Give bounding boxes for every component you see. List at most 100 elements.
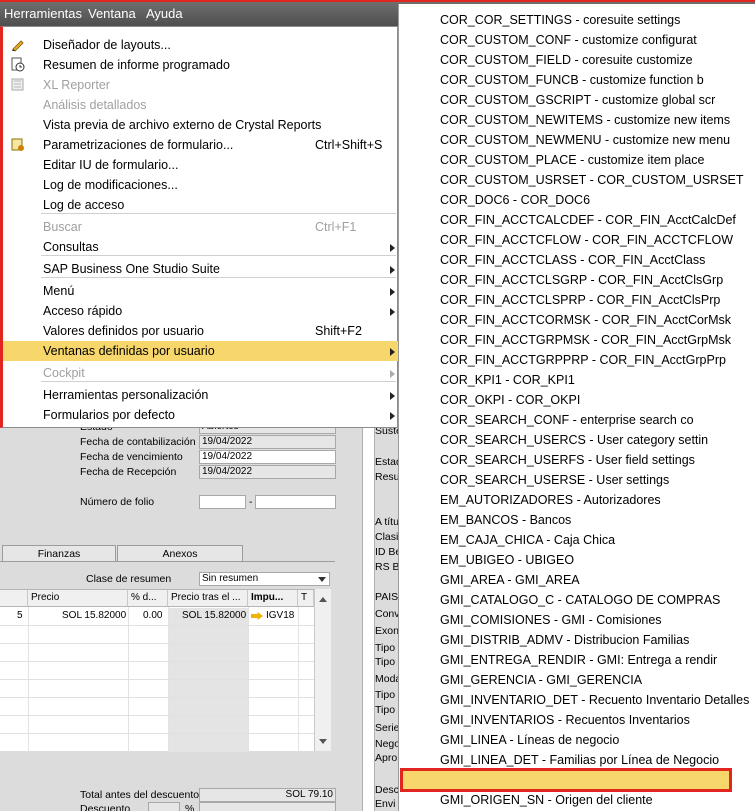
submenu-item[interactable]: COR_CUSTOM_PLACE - customize item place bbox=[440, 153, 704, 167]
chevron-right-icon bbox=[390, 412, 395, 420]
right-panel-label: Apro bbox=[375, 752, 398, 764]
menu-herramientas[interactable]: Herramientas bbox=[4, 6, 82, 21]
submenu-item[interactable]: COR_COR_SETTINGS - coresuite settings bbox=[440, 13, 680, 27]
submenu-item[interactable]: COR_CUSTOM_GSCRIPT - customize global sc… bbox=[440, 93, 715, 107]
submenu-highlight-box bbox=[400, 768, 732, 792]
link-arrow-icon[interactable] bbox=[251, 612, 263, 620]
folio-number-field[interactable] bbox=[255, 495, 336, 509]
items-grid: Precio % d... Precio tras el ... Impu...… bbox=[0, 589, 314, 752]
submenu-item[interactable]: GMI_GERENCIA - GMI_GERENCIA bbox=[440, 673, 642, 687]
submenu-item[interactable]: EM_CAJA_CHICA - Caja Chica bbox=[440, 533, 615, 547]
menu-ventana[interactable]: Ventana bbox=[88, 6, 136, 21]
submenu-item[interactable]: COR_CUSTOM_USRSET - COR_CUSTOM_USRSET bbox=[440, 173, 744, 187]
submenu-item[interactable]: GMI_LINEA_DET - Familias por Línea de Ne… bbox=[440, 753, 719, 767]
submenu-item[interactable]: COR_FIN_ACCTCFLOW - COR_FIN_ACCTCFLOW bbox=[440, 233, 733, 247]
submenu-item[interactable]: COR_FIN_ACCTCORMSK - COR_FIN_AcctCorMsk bbox=[440, 313, 731, 327]
menu-item-15[interactable]: Ventanas definidas por usuario bbox=[3, 341, 398, 361]
menu-item-1[interactable]: Resumen de informe programado bbox=[3, 55, 398, 75]
menu-item-label: Menú bbox=[43, 284, 75, 298]
submenu-item[interactable]: COR_FIN_ACCTCALCDEF - COR_FIN_AcctCalcDe… bbox=[440, 213, 736, 227]
menu-item-shortcut: Ctrl+Shift+S bbox=[315, 138, 383, 152]
submenu-item[interactable]: GMI_ENTREGA_RENDIR - GMI: Entrega a rend… bbox=[440, 653, 717, 667]
chevron-down-icon bbox=[318, 577, 326, 582]
submenu-item[interactable]: COR_FIN_ACCTCLSGRP - COR_FIN_AcctClsGrp bbox=[440, 273, 723, 287]
menu-item-7[interactable]: Log de modificaciones... bbox=[3, 175, 398, 195]
menu-item-3: Análisis detallados bbox=[3, 95, 398, 115]
submenu-item[interactable]: GMI_CATALOGO_C - CATALOGO DE COMPRAS bbox=[440, 593, 720, 607]
discount-field[interactable] bbox=[148, 802, 180, 811]
menu-item-12[interactable]: Menú bbox=[3, 281, 398, 301]
menu-item-4[interactable]: Vista previa de archivo externo de Cryst… bbox=[3, 115, 398, 135]
menu-item-label: Ventanas definidas por usuario bbox=[43, 344, 215, 358]
submenu-item[interactable]: COR_CUSTOM_FUNCB - customize function b bbox=[440, 73, 704, 87]
right-panel-label: Serie bbox=[375, 722, 399, 734]
submenu-item[interactable]: GMI_COMISIONES - GMI - Comisiones bbox=[440, 613, 662, 627]
submenu-item[interactable]: COR_SEARCH_USERSE - User settings bbox=[440, 473, 669, 487]
submenu-item[interactable]: EM_AUTORIZADORES - Autorizadores bbox=[440, 493, 661, 507]
submenu-item[interactable]: COR_SEARCH_USERFS - User field settings bbox=[440, 453, 695, 467]
menu-item-10[interactable]: Consultas bbox=[3, 237, 398, 257]
submenu-item[interactable]: COR_FIN_ACCTGRPPRP - COR_FIN_AcctGrpPrp bbox=[440, 353, 726, 367]
submenu-item[interactable]: COR_FIN_ACCTCLSPRP - COR_FIN_AcctClsPrp bbox=[440, 293, 720, 307]
right-panel-label: Estad bbox=[375, 456, 399, 468]
submenu-item[interactable]: GMI_INVENTARIOS - Recuentos Inventarios bbox=[440, 713, 690, 727]
due-date-field[interactable]: 19/04/2022 bbox=[199, 450, 336, 464]
grid-header-price-after[interactable]: Precio tras el ... bbox=[168, 590, 248, 607]
right-panel-label: Tipo bbox=[375, 704, 396, 716]
submenu-item[interactable]: COR_CUSTOM_NEWITEMS - customize new item… bbox=[440, 113, 730, 127]
submenu-item[interactable]: GMI_ORIGEN_SN - Origen del cliente bbox=[440, 793, 653, 807]
menu-item-label: Acceso rápido bbox=[43, 304, 123, 318]
menu-item-6[interactable]: Editar IU de formulario... bbox=[3, 155, 398, 175]
menu-item-14[interactable]: Valores definidos por usuario Shift+F2 bbox=[3, 321, 398, 341]
right-panel-label: RS Be bbox=[375, 561, 399, 573]
form-settings-icon bbox=[10, 137, 25, 152]
summary-select[interactable]: Sin resumen bbox=[199, 572, 330, 586]
submenu-item[interactable]: COR_OKPI - COR_OKPI bbox=[440, 393, 580, 407]
submenu-item[interactable]: COR_CUSTOM_CONF - customize configurat bbox=[440, 33, 697, 47]
grid-header-t[interactable]: T bbox=[298, 590, 314, 607]
menu-item-label: Vista previa de archivo externo de Cryst… bbox=[43, 118, 322, 132]
folio-prefix-field[interactable] bbox=[199, 495, 246, 509]
submenu-item[interactable]: COR_CUSTOM_FIELD - coresuite customize bbox=[440, 53, 693, 67]
menu-item-17[interactable]: Herramientas personalización bbox=[3, 385, 398, 405]
submenu-item[interactable]: COR_CUSTOM_NEWMENU - customize new menu bbox=[440, 133, 730, 147]
posting-date-field[interactable]: 19/04/2022 bbox=[199, 435, 336, 449]
menu-item-0[interactable]: Diseñador de layouts... bbox=[3, 35, 398, 55]
right-panel-label: Nego bbox=[375, 738, 399, 750]
submenu-item[interactable]: COR_SEARCH_USERCS - User category settin bbox=[440, 433, 708, 447]
tab-finanzas[interactable]: Finanzas bbox=[2, 545, 116, 562]
chevron-right-icon bbox=[390, 266, 395, 274]
summary-select-value: Sin resumen bbox=[202, 573, 259, 584]
menu-item-13[interactable]: Acceso rápido bbox=[3, 301, 398, 321]
row-discount: 0.00 bbox=[143, 610, 163, 621]
menu-ayuda[interactable]: Ayuda bbox=[146, 6, 183, 21]
menu-item-8[interactable]: Log de acceso bbox=[3, 195, 398, 215]
grid-header-price[interactable]: Precio bbox=[28, 590, 128, 607]
submenu-item[interactable]: GMI_LINEA - Líneas de negocio bbox=[440, 733, 619, 747]
scroll-down-icon[interactable] bbox=[319, 739, 327, 744]
submenu-item[interactable]: COR_SEARCH_CONF - enterprise search co bbox=[440, 413, 694, 427]
grid-row-line bbox=[0, 679, 314, 680]
grid-header-discount[interactable]: % d... bbox=[128, 590, 168, 607]
menu-item-11[interactable]: SAP Business One Studio Suite bbox=[3, 259, 398, 279]
submenu-item[interactable]: EM_BANCOS - Bancos bbox=[440, 513, 571, 527]
submenu-item[interactable]: GMI_INVENTARIO_DET - Recuento Inventario… bbox=[440, 693, 749, 707]
right-panel-label: Conv bbox=[375, 608, 399, 620]
submenu-item[interactable]: COR_FIN_ACCTGRPMSK - COR_FIN_AcctGrpMsk bbox=[440, 333, 731, 347]
receipt-date-field[interactable]: 19/04/2022 bbox=[199, 465, 336, 479]
submenu-item[interactable]: COR_FIN_ACCTCLASS - COR_FIN_AcctClass bbox=[440, 253, 705, 267]
submenu-item[interactable]: COR_DOC6 - COR_DOC6 bbox=[440, 193, 590, 207]
submenu-item[interactable]: GMI_AREA - GMI_AREA bbox=[440, 573, 580, 587]
chevron-right-icon bbox=[390, 288, 395, 296]
menu-item-5[interactable]: Parametrizaciones de formulario... Ctrl+S… bbox=[3, 135, 398, 155]
tab-anexos[interactable]: Anexos bbox=[117, 545, 243, 562]
grid-scrollbar[interactable] bbox=[314, 589, 331, 751]
scroll-up-icon[interactable] bbox=[319, 597, 327, 602]
submenu-item[interactable]: GMI_DISTRIB_ADMV - Distribucion Familias bbox=[440, 633, 689, 647]
submenu-item[interactable]: EM_UBIGEO - UBIGEO bbox=[440, 553, 574, 567]
menu-item-18[interactable]: Formularios por defecto bbox=[3, 405, 398, 425]
right-panel-scrollbar[interactable] bbox=[362, 420, 375, 811]
grid-header-tax[interactable]: Impu... bbox=[248, 590, 298, 607]
submenu-item[interactable]: COR_KPI1 - COR_KPI1 bbox=[440, 373, 575, 387]
discount-amount-field[interactable] bbox=[199, 802, 336, 811]
